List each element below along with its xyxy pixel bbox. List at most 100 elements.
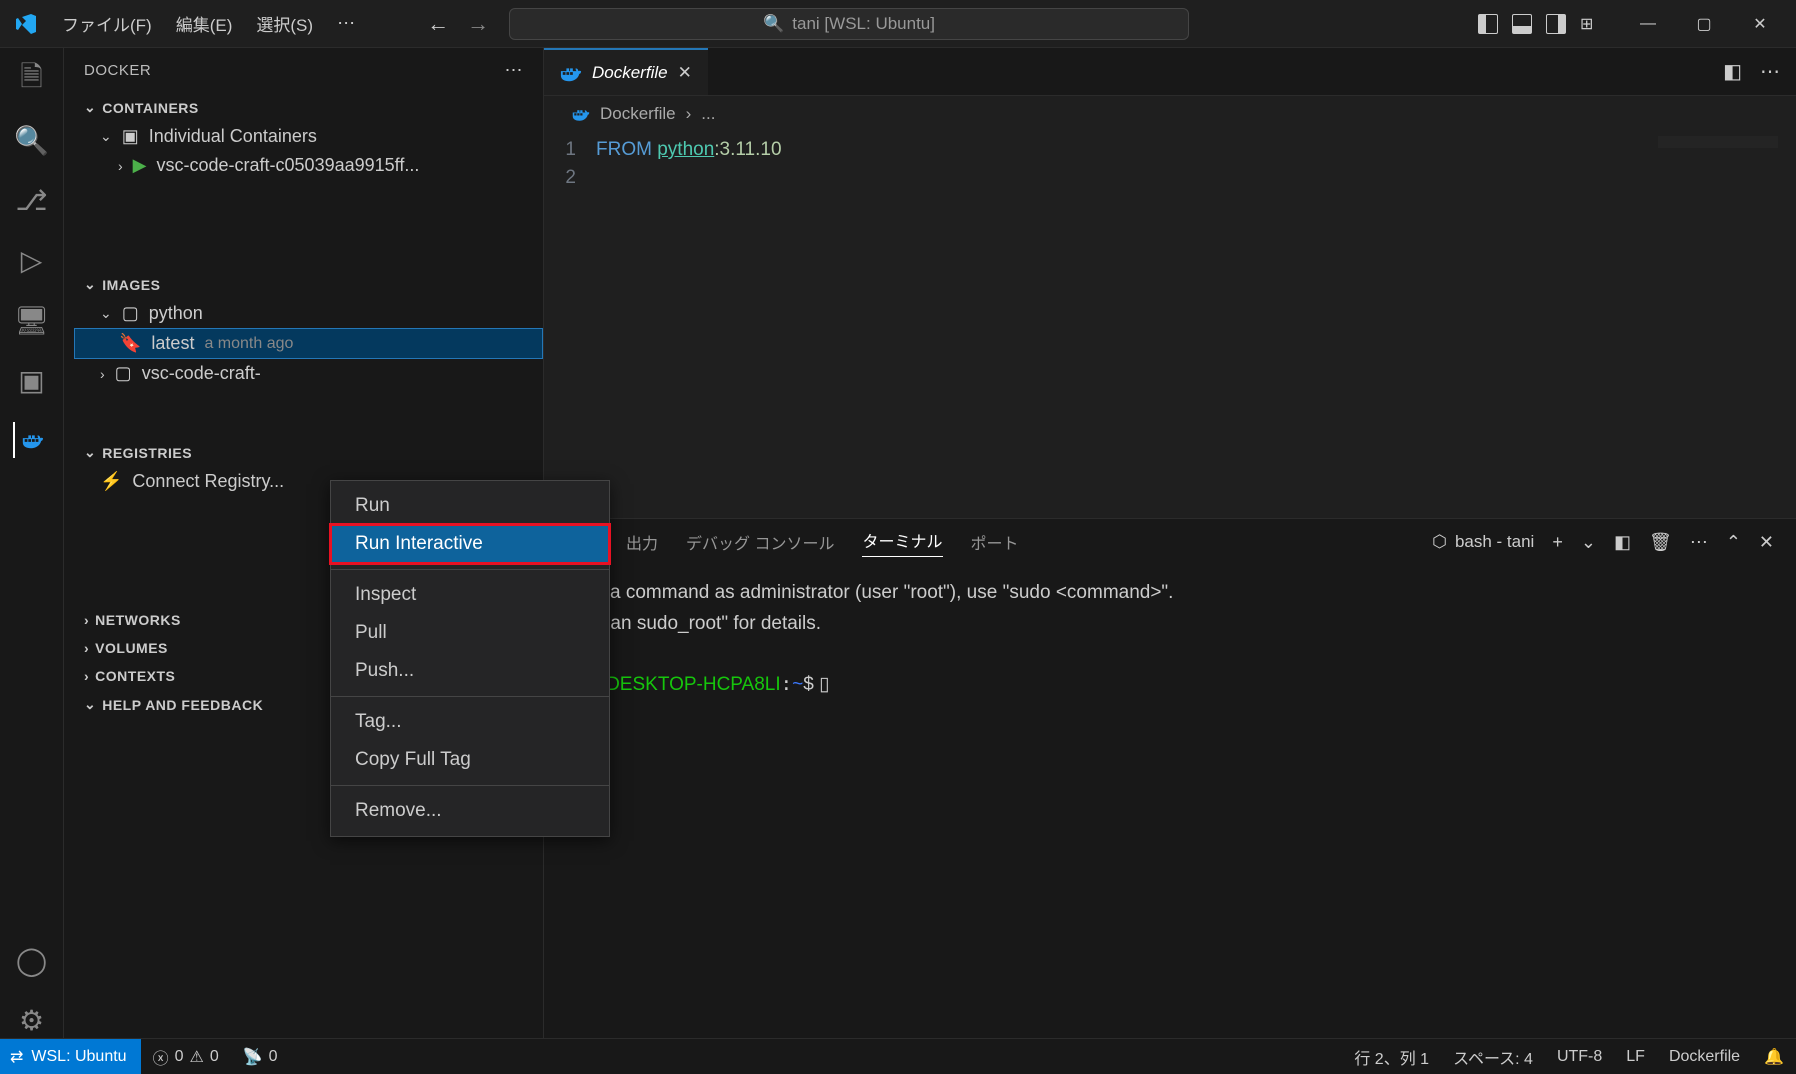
code-version: :3.11.10: [714, 139, 781, 160]
containers-icon: ▣: [122, 126, 139, 147]
chevron-right-icon: ›: [84, 612, 89, 628]
cm-inspect[interactable]: Inspect: [331, 576, 609, 614]
panel-tab-ports[interactable]: ポート: [971, 530, 1019, 554]
panel-more-icon[interactable]: ⋯: [1690, 532, 1708, 553]
terminal-shell-name[interactable]: ⬡bash - tani: [1432, 532, 1534, 552]
tab-close-icon[interactable]: ✕: [678, 63, 692, 83]
status-errors[interactable]: ⓧ0 ⚠0: [141, 1045, 231, 1069]
split-terminal-icon[interactable]: ◧: [1614, 532, 1631, 553]
docker-icon[interactable]: [13, 422, 49, 458]
editor-body[interactable]: 1 2 FROM python:3.11.10: [544, 132, 1796, 518]
maximize-panel-icon[interactable]: ⌃: [1726, 532, 1741, 553]
sidebar-more-icon[interactable]: ⋯: [505, 60, 524, 81]
chevron-down-icon: ⌄: [84, 99, 96, 116]
status-encoding[interactable]: UTF-8: [1545, 1045, 1614, 1069]
maximize-icon[interactable]: ▢: [1676, 4, 1732, 44]
kill-terminal-icon[interactable]: 🗑: [1649, 532, 1672, 553]
menu-separator: [331, 569, 609, 570]
chevron-right-icon: ›: [84, 668, 89, 684]
activity-bar: 🗎 🔍 ⎇ ▷ 🖥 ▣ ◯ ⚙: [0, 48, 64, 1038]
section-registries[interactable]: ⌄REGISTRIES: [74, 438, 543, 467]
cm-copy-full-tag[interactable]: Copy Full Tag: [331, 741, 609, 779]
vscode-logo-icon: [14, 12, 38, 36]
line-gutter: 1 2: [544, 132, 596, 518]
image-icon: ▢: [122, 303, 139, 324]
menu-edit[interactable]: 編集(E): [164, 5, 245, 42]
toggle-panel-icon[interactable]: [1512, 14, 1532, 34]
search-icon[interactable]: 🔍: [14, 122, 50, 158]
close-icon[interactable]: ✕: [1732, 4, 1788, 44]
chevron-right-icon: ›: [118, 158, 123, 174]
command-center-text: tani [WSL: Ubuntu]: [792, 14, 935, 34]
cm-pull[interactable]: Pull: [331, 614, 609, 652]
toggle-primary-sidebar-icon[interactable]: [1478, 14, 1498, 34]
accounts-icon[interactable]: ◯: [14, 942, 50, 978]
chevron-down-icon: ⌄: [84, 696, 96, 713]
image-tag-latest[interactable]: 🔖latest a month ago: [74, 328, 543, 359]
explorer-icon[interactable]: 🗎: [14, 62, 50, 98]
containers-group[interactable]: ⌄▣Individual Containers: [74, 122, 543, 151]
image-context-menu: Run Run Interactive Inspect Pull Push...…: [330, 480, 610, 837]
plug-icon: ⚡: [100, 471, 122, 492]
chevron-down-icon: ⌄: [100, 128, 112, 145]
customize-layout-icon[interactable]: ⊞: [1580, 14, 1600, 34]
menu-separator: [331, 696, 609, 697]
run-debug-icon[interactable]: ▷: [14, 242, 50, 278]
container-item[interactable]: ›▶vsc-code-craft-c05039aa9915ff...: [74, 151, 543, 180]
source-control-icon[interactable]: ⎇: [14, 182, 50, 218]
status-eol[interactable]: LF: [1614, 1045, 1657, 1069]
status-line-col[interactable]: 行 2、列 1: [1342, 1045, 1441, 1069]
warning-icon: ⚠: [189, 1047, 203, 1067]
chevron-down-icon: ⌄: [100, 305, 112, 322]
sidebar-title: DOCKER: [84, 62, 151, 79]
status-language[interactable]: Dockerfile: [1657, 1045, 1752, 1069]
terminal-output[interactable]: run a command as administrator (user "ro…: [544, 565, 1796, 1038]
editor-tabs: Dockerfile ✕ ◧ ⋯: [544, 48, 1796, 96]
terminal-dropdown-icon[interactable]: ⌄: [1581, 532, 1596, 553]
docker-file-icon: [560, 62, 582, 84]
split-editor-icon[interactable]: ◧: [1723, 59, 1742, 84]
search-icon: 🔍: [763, 14, 784, 34]
cm-remove[interactable]: Remove...: [331, 792, 609, 830]
menu-separator: [331, 785, 609, 786]
status-ports[interactable]: 📡0: [231, 1047, 290, 1067]
panel-tab-output[interactable]: 出力: [626, 530, 658, 554]
cm-push[interactable]: Push...: [331, 652, 609, 690]
status-spaces[interactable]: スペース: 4: [1441, 1045, 1545, 1069]
remote-explorer-icon[interactable]: 🖥: [14, 302, 50, 338]
nav-back-icon[interactable]: ←: [427, 11, 449, 37]
image-python[interactable]: ⌄▢python: [74, 299, 543, 328]
code-keyword: FROM: [596, 139, 652, 160]
editor-more-icon[interactable]: ⋯: [1760, 59, 1780, 84]
cm-run[interactable]: Run: [331, 487, 609, 525]
remote-indicator[interactable]: ⇄WSL: Ubuntu: [0, 1039, 141, 1074]
menu-file[interactable]: ファイル(F): [50, 5, 164, 42]
breadcrumb[interactable]: Dockerfile›...: [544, 96, 1796, 132]
bottom-panel: 問題 出力 デバッグ コンソール ターミナル ポート ⬡bash - tani …: [544, 518, 1796, 1038]
new-terminal-icon[interactable]: +: [1552, 532, 1563, 553]
panel-tab-debug[interactable]: デバッグ コンソール: [686, 530, 834, 554]
minimap[interactable]: [1658, 136, 1778, 148]
status-bar: ⇄WSL: Ubuntu ⓧ0 ⚠0 📡0 行 2、列 1 スペース: 4 UT…: [0, 1038, 1796, 1074]
cm-tag[interactable]: Tag...: [331, 703, 609, 741]
section-images[interactable]: ⌄IMAGES: [74, 270, 543, 299]
close-panel-icon[interactable]: ✕: [1759, 532, 1774, 553]
settings-gear-icon[interactable]: ⚙: [14, 1002, 50, 1038]
extensions-icon[interactable]: ▣: [14, 362, 50, 398]
section-containers[interactable]: ⌄CONTAINERS: [74, 93, 543, 122]
menu-more-icon[interactable]: ⋯: [325, 7, 367, 40]
chevron-right-icon: ›: [100, 366, 105, 382]
panel-tab-terminal[interactable]: ターミナル: [862, 528, 942, 557]
menu-select[interactable]: 選択(S): [244, 5, 325, 42]
chevron-down-icon: ⌄: [84, 276, 96, 293]
image-vsc[interactable]: ›▢vsc-code-craft-: [74, 359, 543, 388]
toggle-secondary-sidebar-icon[interactable]: [1546, 14, 1566, 34]
nav-forward-icon[interactable]: →: [467, 11, 489, 37]
bookmark-icon: 🔖: [119, 333, 141, 354]
cm-run-interactive[interactable]: Run Interactive: [331, 525, 609, 563]
tab-dockerfile[interactable]: Dockerfile ✕: [544, 48, 708, 95]
notifications-icon[interactable]: 🔔: [1752, 1045, 1796, 1069]
command-center[interactable]: 🔍 tani [WSL: Ubuntu]: [509, 8, 1189, 40]
docker-file-icon: [572, 105, 590, 123]
minimize-icon[interactable]: —: [1620, 4, 1676, 44]
